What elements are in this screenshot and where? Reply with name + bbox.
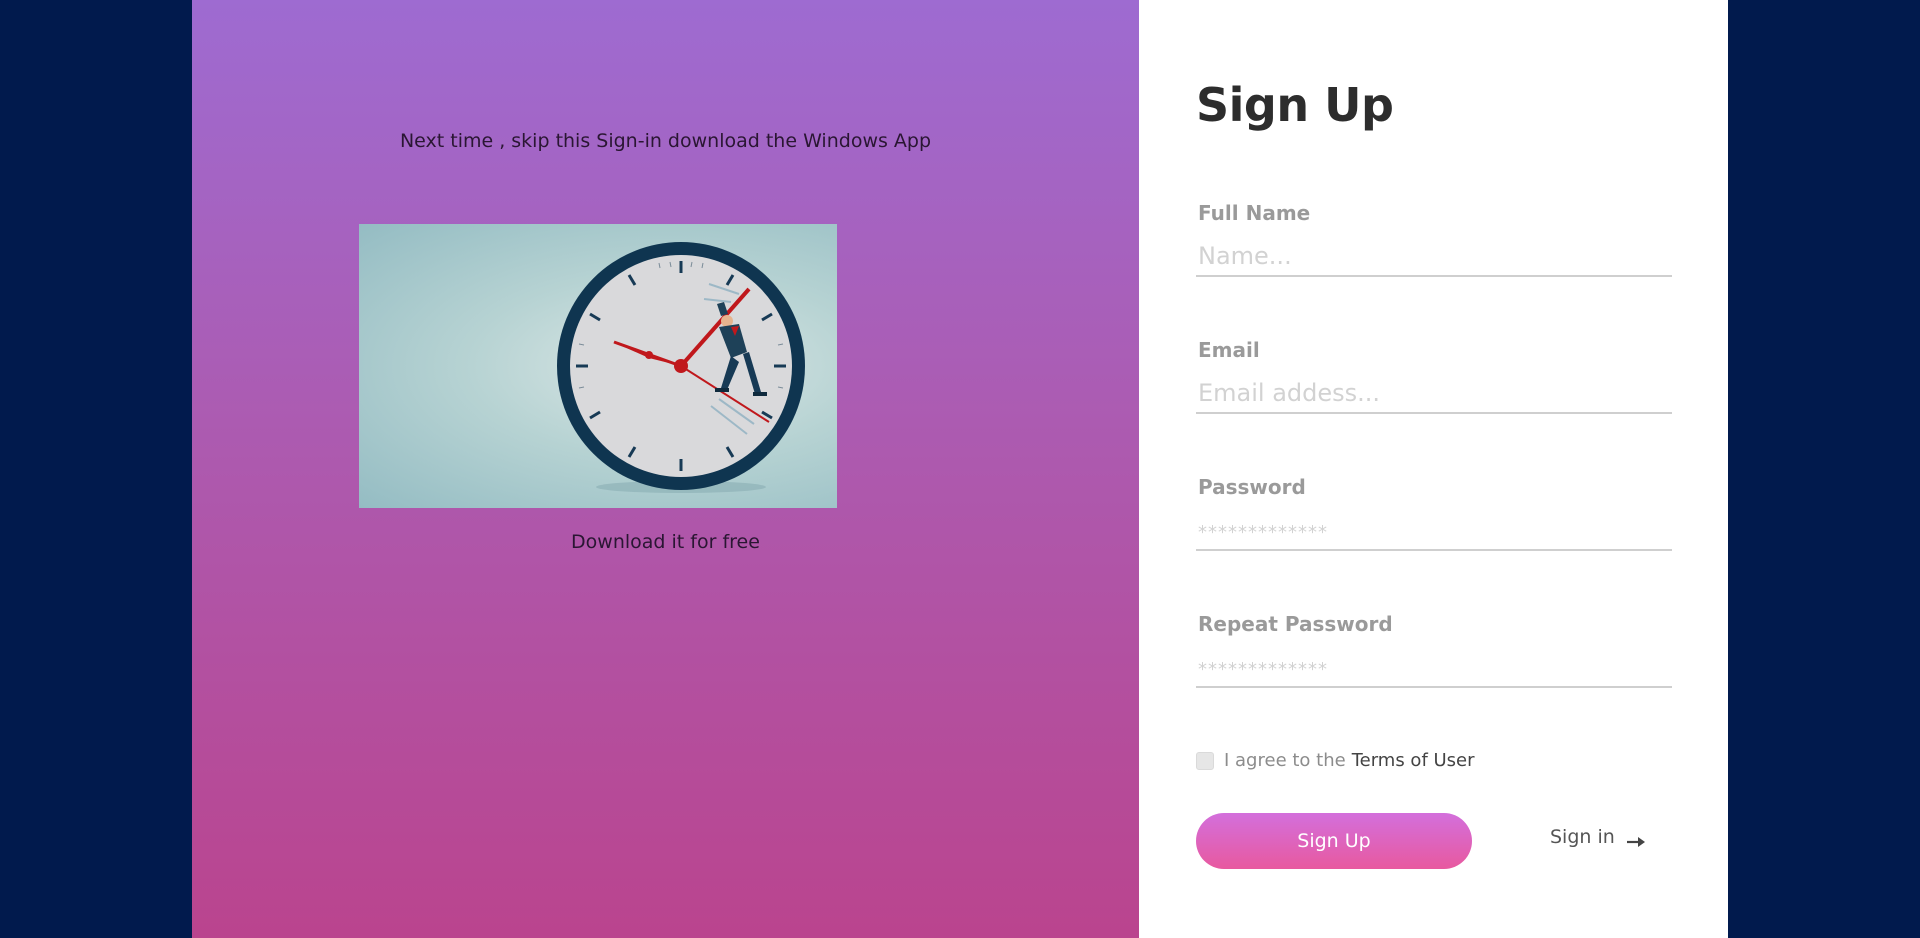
- sign-in-link[interactable]: Sign in: [1550, 826, 1645, 848]
- sign-in-label: Sign in: [1550, 826, 1615, 848]
- repeat-password-input[interactable]: [1196, 648, 1672, 688]
- signup-page: Next time , skip this Sign-in download t…: [192, 0, 1728, 938]
- password-input[interactable]: [1196, 511, 1672, 551]
- email-group: Email: [1196, 338, 1672, 414]
- password-group: Password: [1196, 475, 1672, 551]
- email-input[interactable]: [1196, 374, 1672, 414]
- sign-up-button[interactable]: Sign Up: [1196, 813, 1472, 869]
- terms-checkbox[interactable]: [1196, 751, 1214, 770]
- terms-text: I agree to the: [1224, 750, 1346, 771]
- clock-illustration: [359, 224, 837, 508]
- arrow-right-icon: [1626, 831, 1645, 847]
- promo-caption[interactable]: Download it for free: [192, 531, 1139, 553]
- full-name-input[interactable]: [1196, 237, 1672, 277]
- password-label: Password: [1198, 475, 1306, 499]
- repeat-password-group: Repeat Password: [1196, 612, 1672, 688]
- terms-link[interactable]: Terms of User: [1352, 750, 1475, 771]
- promo-headline: Next time , skip this Sign-in download t…: [399, 130, 932, 152]
- repeat-password-label: Repeat Password: [1198, 612, 1393, 636]
- email-label: Email: [1198, 338, 1260, 362]
- promo-panel: Next time , skip this Sign-in download t…: [192, 0, 1139, 938]
- clock-climber-illustration: [557, 242, 805, 493]
- signup-form-panel: Sign Up Full Name Email Password Repeat …: [1139, 0, 1728, 938]
- full-name-group: Full Name: [1196, 201, 1672, 277]
- full-name-label: Full Name: [1198, 201, 1311, 225]
- terms-row: I agree to the Terms of User: [1196, 750, 1475, 771]
- form-title: Sign Up: [1196, 78, 1394, 132]
